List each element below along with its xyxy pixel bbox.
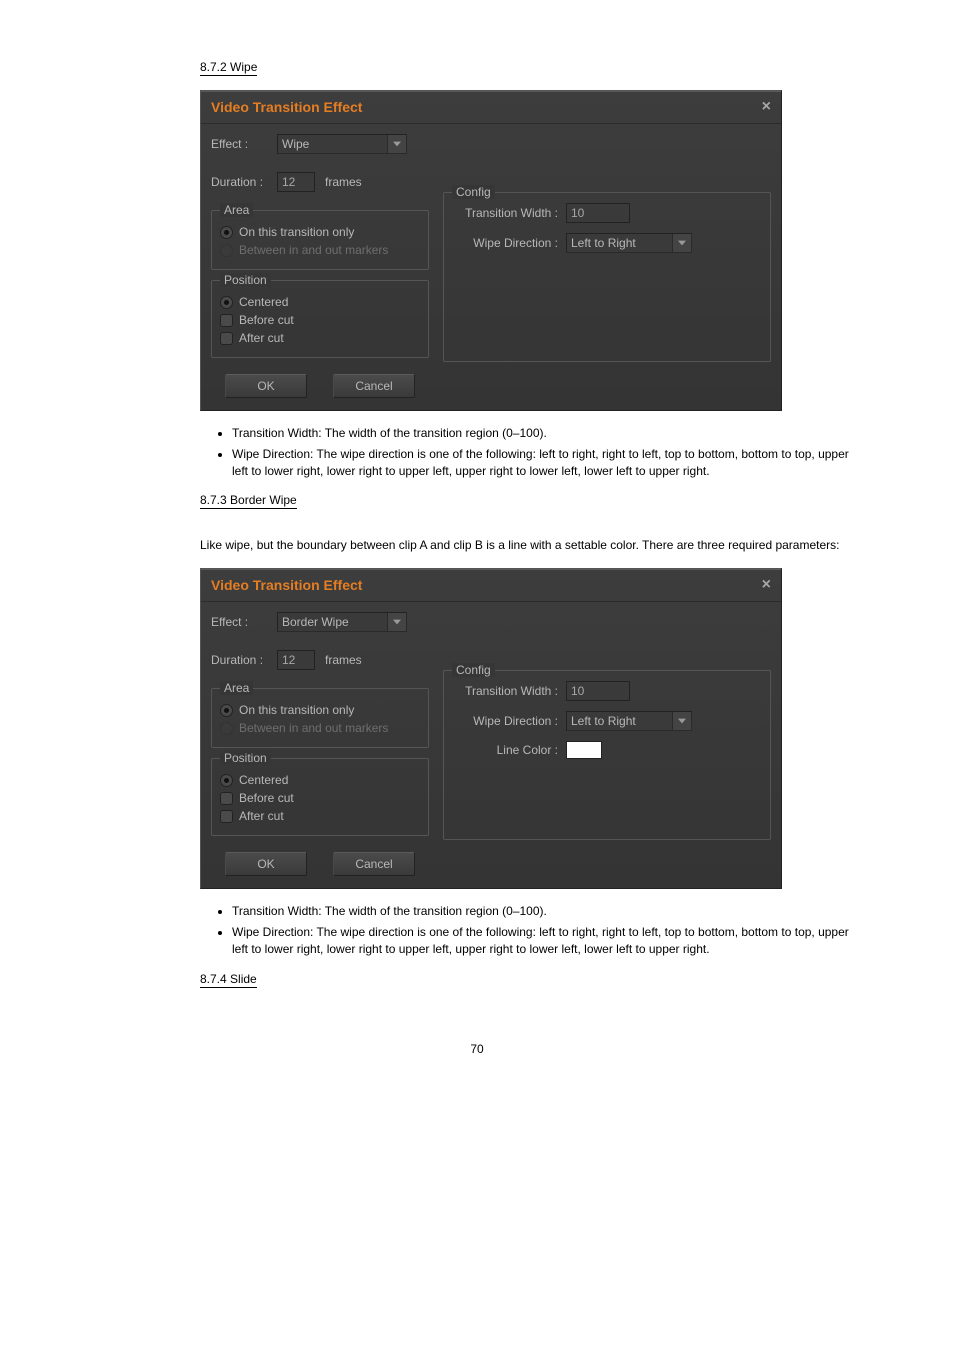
radio-label: After cut (239, 809, 284, 823)
chevron-down-icon[interactable] (672, 234, 691, 252)
area-legend: Area (220, 203, 253, 217)
transition-width-label: Transition Width : (452, 206, 558, 220)
duration-label: Duration : (211, 175, 267, 189)
position-fieldset: Position Centered Before cut After cut (211, 758, 429, 836)
transition-width-input[interactable]: 10 (566, 203, 630, 223)
transition-width-value: 10 (571, 684, 584, 698)
radio-label: Centered (239, 295, 288, 309)
radio-icon (220, 792, 233, 805)
radio-label: Before cut (239, 791, 294, 805)
bullet-item: Transition Width: The width of the trans… (232, 425, 864, 442)
duration-input[interactable]: 12 (277, 650, 315, 670)
radio-icon (220, 722, 233, 735)
area-option-this-transition[interactable]: On this transition only (220, 225, 420, 239)
chevron-down-icon[interactable] (387, 135, 406, 153)
wipe-direction-label: Wipe Direction : (452, 236, 558, 250)
area-fieldset: Area On this transition only Between in … (211, 688, 429, 748)
dialog-title: Video Transition Effect (211, 577, 362, 593)
wipe-direction-select[interactable]: Left to Right (566, 711, 692, 731)
cancel-button[interactable]: Cancel (333, 374, 415, 398)
line-color-swatch[interactable] (566, 741, 602, 759)
radio-icon (220, 296, 233, 309)
radio-icon (220, 704, 233, 717)
config-legend: Config (452, 663, 495, 677)
section-heading-border-wipe: 8.7.3 Border Wipe (200, 493, 297, 509)
radio-label: After cut (239, 331, 284, 345)
close-icon[interactable]: × (762, 99, 771, 115)
radio-label: Between in and out markers (239, 721, 388, 735)
radio-label: Before cut (239, 313, 294, 327)
duration-input[interactable]: 12 (277, 172, 315, 192)
dialog-title-bar: Video Transition Effect × (201, 569, 781, 602)
dialog-video-transition-wipe: Video Transition Effect × Effect : Wipe … (200, 90, 782, 411)
radio-label: On this transition only (239, 225, 354, 239)
duration-unit: frames (325, 653, 362, 667)
position-option-after-cut[interactable]: After cut (220, 809, 420, 823)
dialog-title: Video Transition Effect (211, 99, 362, 115)
effect-select-value: Border Wipe (282, 615, 349, 629)
effect-label: Effect : (211, 137, 267, 151)
config-legend: Config (452, 185, 495, 199)
ok-button[interactable]: OK (225, 852, 307, 876)
position-option-before-cut[interactable]: Before cut (220, 791, 420, 805)
section-heading-slide: 8.7.4 Slide (200, 972, 257, 988)
position-legend: Position (220, 273, 271, 287)
duration-value: 12 (282, 653, 295, 667)
wipe-direction-label: Wipe Direction : (452, 714, 558, 728)
position-legend: Position (220, 751, 271, 765)
radio-label: Between in and out markers (239, 243, 388, 257)
area-option-between-markers[interactable]: Between in and out markers (220, 243, 420, 257)
position-option-centered[interactable]: Centered (220, 773, 420, 787)
page-number: 70 (90, 1042, 864, 1056)
radio-label: On this transition only (239, 703, 354, 717)
wipe-direction-value: Left to Right (571, 236, 636, 250)
position-fieldset: Position Centered Before cut After cut (211, 280, 429, 358)
dialog-title-bar: Video Transition Effect × (201, 91, 781, 124)
position-option-centered[interactable]: Centered (220, 295, 420, 309)
wipe-direction-select[interactable]: Left to Right (566, 233, 692, 253)
radio-icon (220, 226, 233, 239)
ok-button[interactable]: OK (225, 374, 307, 398)
config-fieldset: Config Transition Width : 10 Wipe Direct… (443, 192, 771, 362)
radio-icon (220, 332, 233, 345)
effect-select[interactable]: Border Wipe (277, 612, 407, 632)
radio-icon (220, 244, 233, 257)
effect-select[interactable]: Wipe (277, 134, 407, 154)
radio-label: Centered (239, 773, 288, 787)
bullet-item: Wipe Direction: The wipe direction is on… (232, 924, 864, 958)
effect-select-value: Wipe (282, 137, 309, 151)
position-option-after-cut[interactable]: After cut (220, 331, 420, 345)
close-icon[interactable]: × (762, 577, 771, 593)
position-option-before-cut[interactable]: Before cut (220, 313, 420, 327)
area-option-between-markers[interactable]: Between in and out markers (220, 721, 420, 735)
transition-width-input[interactable]: 10 (566, 681, 630, 701)
wipe-direction-value: Left to Right (571, 714, 636, 728)
border-wipe-bullets: Transition Width: The width of the trans… (200, 903, 864, 957)
effect-label: Effect : (211, 615, 267, 629)
line-color-label: Line Color : (452, 743, 558, 757)
transition-width-value: 10 (571, 206, 584, 220)
area-legend: Area (220, 681, 253, 695)
chevron-down-icon[interactable] (672, 712, 691, 730)
wipe-bullets: Transition Width: The width of the trans… (200, 425, 864, 479)
duration-label: Duration : (211, 653, 267, 667)
cancel-button[interactable]: Cancel (333, 852, 415, 876)
config-fieldset: Config Transition Width : 10 Wipe Direct… (443, 670, 771, 840)
border-wipe-intro: Like wipe, but the boundary between clip… (200, 537, 850, 554)
radio-icon (220, 314, 233, 327)
transition-width-label: Transition Width : (452, 684, 558, 698)
duration-value: 12 (282, 175, 295, 189)
bullet-item: Transition Width: The width of the trans… (232, 903, 864, 920)
radio-icon (220, 774, 233, 787)
area-fieldset: Area On this transition only Between in … (211, 210, 429, 270)
section-heading-wipe: 8.7.2 Wipe (200, 60, 257, 76)
dialog-video-transition-border-wipe: Video Transition Effect × Effect : Borde… (200, 568, 782, 889)
area-option-this-transition[interactable]: On this transition only (220, 703, 420, 717)
chevron-down-icon[interactable] (387, 613, 406, 631)
bullet-item: Wipe Direction: The wipe direction is on… (232, 446, 864, 480)
duration-unit: frames (325, 175, 362, 189)
radio-icon (220, 810, 233, 823)
